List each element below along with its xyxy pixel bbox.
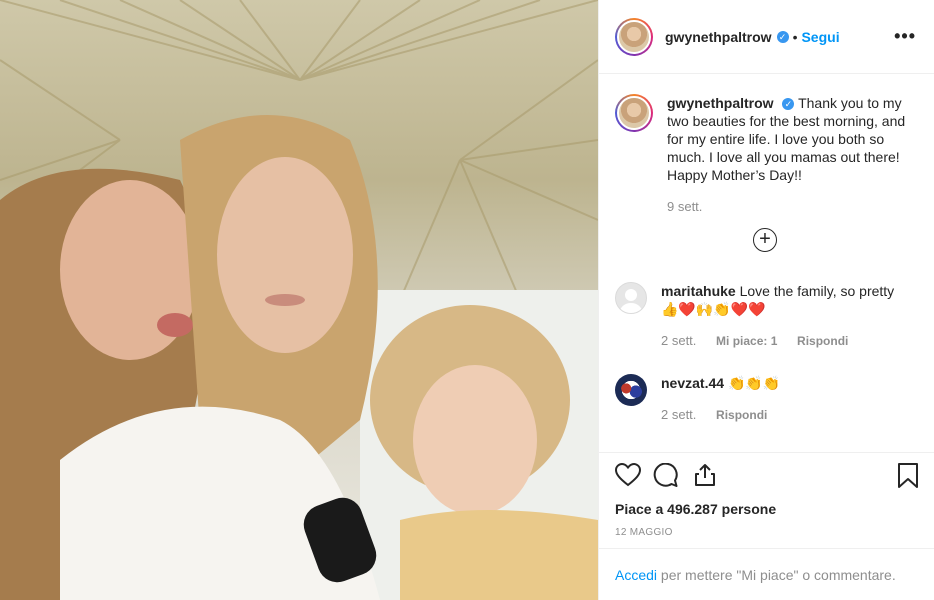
action-icons [615,461,919,493]
verified-badge-icon: ✓ [776,30,789,43]
instagram-post: gwynethpaltrow ✓ • Segui ••• gwynethpalt… [0,0,934,600]
plus-circle-icon[interactable]: + [753,228,777,252]
author-avatar[interactable] [615,17,653,56]
comment-time[interactable]: 2 sett. [661,407,696,422]
caption-time[interactable]: 9 sett. [667,198,915,216]
comment-meta: 2 sett. Rispondi [661,406,909,424]
caption-username[interactable]: gwynethpaltrow [667,95,774,111]
login-link[interactable]: Accedi [615,567,657,583]
post-date[interactable]: 12 MAGGIO [615,527,919,538]
caption: gwynethpaltrow ✓ Thank you to my two bea… [615,94,919,216]
comment-icon[interactable] [653,463,679,487]
avatar-image [617,96,651,130]
comment-body: maritahuke Love the family, so pretty👍❤️… [661,282,909,350]
comment-username[interactable]: nevzat.44 [661,375,724,391]
share-icon[interactable] [693,463,717,487]
bookmark-icon[interactable] [897,463,919,489]
separator-dot: • [792,28,798,45]
post-photo[interactable] [0,0,598,600]
comment-username[interactable]: maritahuke [661,283,736,299]
more-horizontal-icon[interactable]: ••• [894,26,916,47]
reply-button[interactable]: Rispondi [797,334,848,348]
commenter-avatar[interactable] [615,374,647,406]
avatar-image [617,19,651,54]
action-bar: Piace a 496.287 persone 12 MAGGIO [599,452,934,548]
post-sidebar: gwynethpaltrow ✓ • Segui ••• gwynethpalt… [598,0,934,600]
follow-button[interactable]: Segui [801,29,839,45]
comments-section[interactable]: gwynethpaltrow ✓ Thank you to my two bea… [599,74,934,452]
comment-item: maritahuke Love the family, so pretty👍❤️… [615,282,909,350]
commenter-avatar[interactable] [615,282,647,314]
heart-icon[interactable] [615,463,641,487]
comment-item: nevzat.44 👏👏👏 2 sett. Rispondi [615,374,909,424]
reply-button[interactable]: Rispondi [716,408,767,422]
comment-body: nevzat.44 👏👏👏 2 sett. Rispondi [661,374,909,424]
login-prompt-text: per mettere "Mi piace" o commentare. [657,567,896,583]
comment-likes[interactable]: Mi piace: 1 [716,334,777,348]
photo-illustration [0,0,598,600]
caption-avatar[interactable] [615,94,653,132]
post-header: gwynethpaltrow ✓ • Segui ••• [599,0,934,74]
comment-time[interactable]: 2 sett. [661,333,696,348]
login-prompt: Accedi per mettere "Mi piace" o commenta… [599,548,934,600]
comment-meta: 2 sett. Mi piace: 1 Rispondi [661,332,909,350]
verified-badge-icon: ✓ [782,98,795,111]
likes-count[interactable]: Piace a 496.287 persone [615,501,919,517]
caption-body: gwynethpaltrow ✓ Thank you to my two bea… [667,94,915,216]
comment-text: 👏👏👏 [727,375,781,391]
author-username[interactable]: gwynethpaltrow [665,29,772,45]
